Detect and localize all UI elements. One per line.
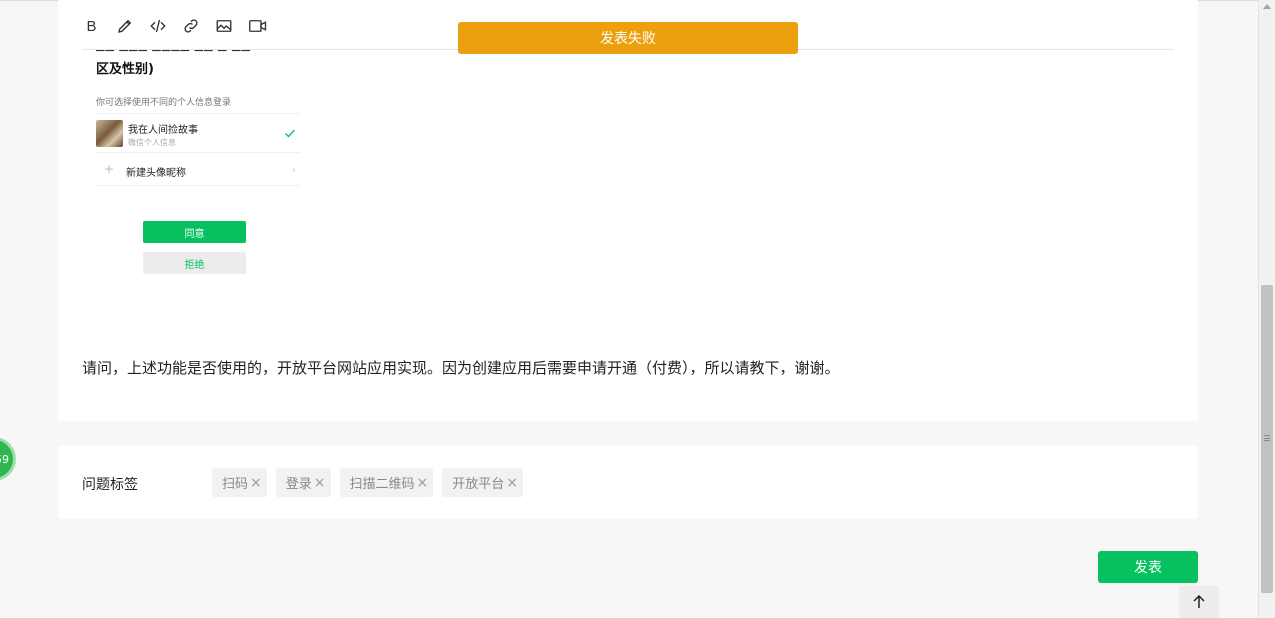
chevron-right-icon: › (291, 163, 296, 176)
embedded-screenshot: ▀▀ ▀▀▀ ▀▀▀▀ ▀▀ ▀ ▀▀ 区及性别) 你可选择使用不同的个人信息登… (82, 50, 308, 346)
tag-item[interactable]: 扫码 × (212, 468, 267, 497)
tags-label: 问题标签 (82, 477, 138, 493)
bold-button[interactable]: B (82, 17, 101, 36)
image-icon[interactable] (214, 17, 233, 36)
question-text: 请问，上述功能是否使用的，开放平台网站应用实现。因为创建应用后需要申请开通（付费… (82, 359, 840, 377)
scrollbar-thumb[interactable] (1261, 285, 1273, 593)
error-toast: 发表失败 (458, 22, 798, 54)
close-icon[interactable]: × (250, 475, 262, 491)
arrow-up-icon (1193, 594, 1205, 608)
new-profile-row: + 新建头像昵称 › (96, 154, 300, 186)
editor-toolbar: B (82, 12, 269, 40)
grip-icon (1264, 435, 1270, 441)
close-icon[interactable]: × (506, 475, 518, 491)
back-to-top-button[interactable] (1179, 586, 1219, 618)
link-icon[interactable] (181, 17, 200, 36)
tag-list: 扫码 × 登录 × 扫描二维码 × 开放平台 × (212, 468, 523, 497)
tag-item[interactable]: 开放平台 × (442, 468, 523, 497)
tag-label: 扫描二维码 (349, 477, 415, 492)
pen-icon[interactable] (115, 17, 134, 36)
tag-item[interactable]: 扫描二维码 × (339, 468, 434, 497)
close-icon[interactable]: × (314, 475, 326, 491)
cropped-text-fragment: ▀▀ ▀▀▀ ▀▀▀▀ ▀▀ ▀ ▀▀ (96, 50, 296, 56)
account-row: 我在人间捡故事 微信个人信息 (96, 113, 300, 153)
video-icon[interactable] (247, 17, 269, 36)
close-icon[interactable]: × (417, 475, 429, 491)
screenshot-title: 区及性别) (96, 62, 154, 77)
scroll-up-arrow-icon[interactable] (1263, 4, 1271, 9)
tag-label: 扫码 (222, 477, 249, 492)
account-sub: 微信个人信息 (128, 138, 176, 147)
reject-button-image: 拒绝 (143, 252, 246, 274)
new-profile-label: 新建头像昵称 (126, 168, 186, 179)
tag-item[interactable]: 登录 × (275, 468, 331, 497)
avatar (96, 120, 123, 147)
code-icon[interactable] (148, 17, 167, 36)
editor-card: B ▀▀ ▀▀▀ ▀▀▀▀ ▀▀ ▀ ▀▀ 区及性别) 你可选择使用不同的个人信… (58, 0, 1198, 421)
screenshot-hint: 你可选择使用不同的个人信息登录 (96, 98, 232, 108)
check-icon (285, 129, 296, 138)
vertical-scrollbar[interactable] (1258, 0, 1275, 618)
tag-label: 登录 (285, 477, 312, 492)
publish-button[interactable]: 发表 (1098, 551, 1198, 583)
tags-card: 问题标签 扫码 × 登录 × 扫描二维码 × 开放平台 × (58, 446, 1198, 519)
tag-label: 开放平台 (452, 477, 505, 492)
agree-button-image: 同意 (143, 221, 246, 243)
side-floating-badge[interactable]: 59 (0, 437, 16, 481)
account-name: 我在人间捡故事 (128, 125, 198, 136)
plus-icon: + (104, 162, 115, 176)
